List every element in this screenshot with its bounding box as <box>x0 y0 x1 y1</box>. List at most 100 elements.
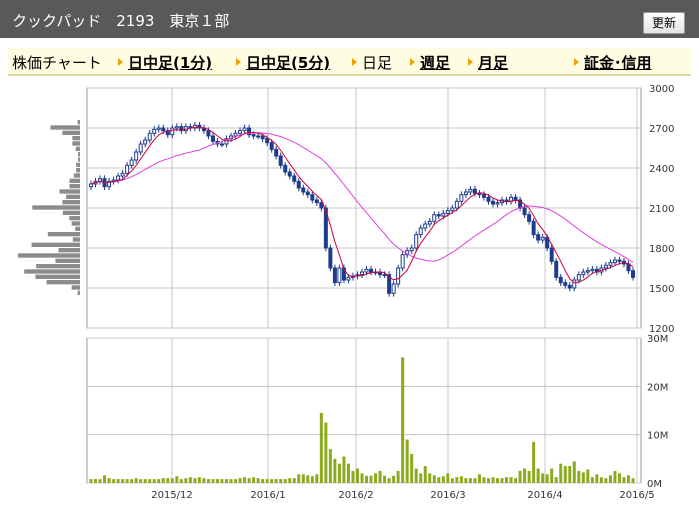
date-tick-label: 2015/12 <box>151 490 193 501</box>
volume-profile-bar <box>47 232 80 237</box>
candle-body <box>278 155 283 166</box>
volume-bar <box>410 454 414 483</box>
date-tick-label: 2016/4 <box>527 490 562 501</box>
volume-profile-bar <box>76 162 80 167</box>
price-tick-label: 2400 <box>649 164 674 175</box>
volume-bar <box>288 478 292 483</box>
volume-bar <box>134 478 138 483</box>
candle-body <box>382 274 387 277</box>
volume-bar <box>270 479 274 483</box>
volume-bar <box>374 473 378 483</box>
candle-body <box>120 172 125 177</box>
volume-bar <box>188 477 192 483</box>
candle-body <box>608 262 613 266</box>
volume-bar <box>428 473 432 483</box>
volume-bar <box>319 412 323 483</box>
volume-profile-bar <box>69 184 80 189</box>
candle-body <box>332 267 337 284</box>
volume-bar <box>143 479 147 483</box>
volume-profile-bar <box>18 253 80 258</box>
candle-body <box>432 214 437 222</box>
volume-bar <box>243 477 247 483</box>
candle-body <box>251 134 256 137</box>
volume-profile-bar <box>72 141 80 146</box>
volume-profile-bar <box>46 280 80 285</box>
candle-body <box>301 187 306 193</box>
volume-bar <box>261 479 265 483</box>
volume-bar <box>157 479 161 483</box>
volume-bar <box>89 479 93 483</box>
volume-bar <box>608 475 612 483</box>
candle-body <box>287 171 292 177</box>
volume-bar <box>256 478 260 483</box>
volume-profile-bar <box>58 248 80 253</box>
volume-bar <box>473 478 477 483</box>
volume-bar <box>450 478 454 483</box>
volume-bar <box>464 478 468 483</box>
candle-body <box>174 126 179 129</box>
candle-body <box>233 132 238 137</box>
candle-body <box>346 276 351 281</box>
volume-bar <box>360 473 364 483</box>
volume-bar <box>139 479 143 483</box>
candle-body <box>495 202 500 205</box>
volume-bar <box>333 458 337 483</box>
volume-bar <box>292 478 296 483</box>
candle-body <box>490 200 495 205</box>
date-tick-label: 2016/5 <box>619 490 654 501</box>
volume-bar <box>541 473 545 483</box>
candle-body <box>581 271 586 276</box>
volume-bar <box>98 479 102 483</box>
volume-bar <box>324 422 328 483</box>
volume-bar <box>355 468 359 483</box>
candle-body <box>152 128 157 134</box>
volume-bar <box>505 477 509 483</box>
candle-body <box>134 151 139 161</box>
volume-bar <box>365 475 369 483</box>
candle-body <box>161 127 166 132</box>
volume-bar <box>220 479 224 483</box>
volume-profile-bar <box>69 178 80 183</box>
candle-body <box>238 130 243 134</box>
volume-bar <box>396 470 400 483</box>
volume-bar <box>279 479 283 483</box>
candle-body <box>292 175 297 182</box>
volume-bar <box>107 478 111 483</box>
volume-bar <box>401 357 405 483</box>
candle-body <box>468 188 473 193</box>
volume-bar <box>247 478 251 483</box>
volume-bar <box>514 478 518 483</box>
price-tick-label: 2700 <box>649 124 674 135</box>
candle-body <box>445 210 450 214</box>
candle-body <box>563 282 568 286</box>
volume-bar <box>509 477 513 483</box>
price-tick-label: 2100 <box>649 204 674 215</box>
volume-tick-label: 10M <box>647 431 668 442</box>
volume-bar <box>590 477 594 483</box>
volume-bar <box>175 476 179 483</box>
volume-bar <box>234 479 238 483</box>
volume-profile-bar <box>78 152 80 157</box>
candle-body <box>170 127 175 136</box>
candle-body <box>314 199 319 204</box>
volume-bar <box>527 470 531 483</box>
volume-bar <box>459 476 463 483</box>
candle-body <box>536 234 541 241</box>
volume-bar <box>405 439 409 483</box>
candle-body <box>283 164 288 173</box>
volume-bar <box>306 475 310 483</box>
volume-profile-bar <box>62 200 80 205</box>
volume-profile-bar <box>62 210 80 215</box>
volume-bar <box>581 472 585 483</box>
volume-bar <box>310 476 314 483</box>
candle-body <box>590 268 595 272</box>
candle-body <box>260 135 265 140</box>
volume-bar <box>148 479 152 483</box>
candle-body <box>210 135 215 142</box>
volume-bar <box>179 479 183 483</box>
candle-body <box>129 159 134 166</box>
candle-body <box>486 196 491 202</box>
volume-bar <box>116 479 120 483</box>
volume-bar <box>211 479 215 483</box>
volume-bar <box>328 449 332 483</box>
